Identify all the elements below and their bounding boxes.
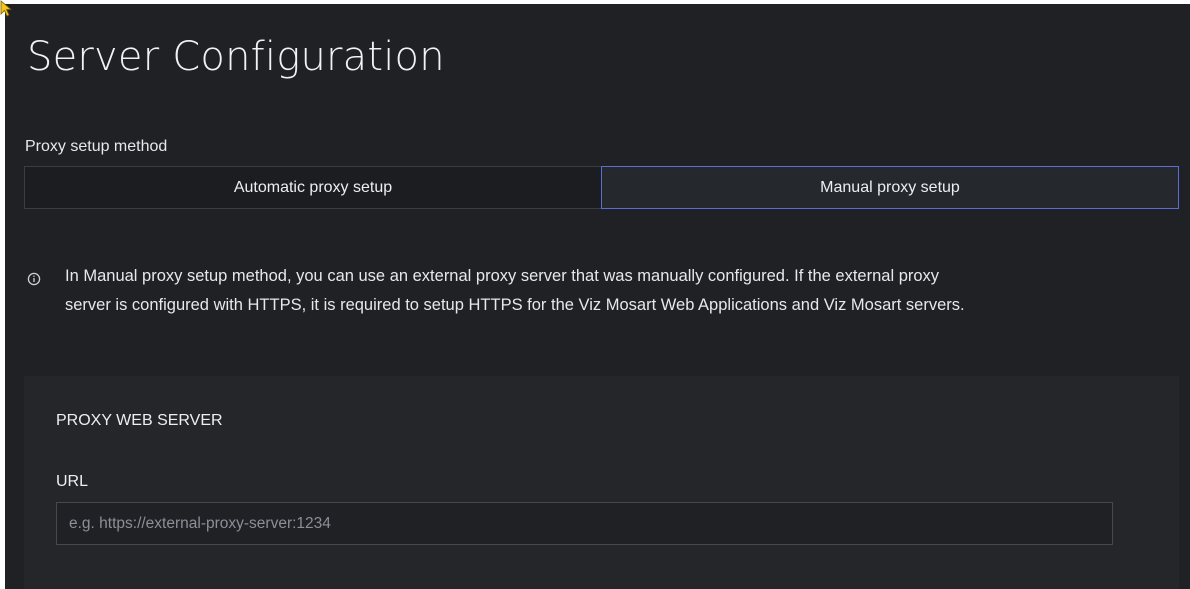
server-configuration-page: Server Configuration Proxy setup method … [5, 4, 1190, 589]
info-text-line-2: server is configured with HTTPS, it is r… [65, 296, 965, 314]
automatic-proxy-setup-button[interactable]: Automatic proxy setup [24, 166, 601, 209]
page-title: Server Configuration [27, 34, 445, 80]
manual-proxy-setup-label: Manual proxy setup [820, 178, 960, 196]
proxy-setup-method-label: Proxy setup method [25, 138, 168, 155]
info-message: In Manual proxy setup method, you can us… [27, 262, 1167, 320]
info-text: In Manual proxy setup method, you can us… [65, 262, 965, 320]
info-circle-icon [27, 272, 41, 286]
automatic-proxy-setup-label: Automatic proxy setup [233, 178, 393, 196]
url-input[interactable] [56, 502, 1113, 545]
url-label: URL [56, 473, 89, 490]
mouse-cursor-icon [0, 0, 13, 17]
info-text-line-1: In Manual proxy setup method, you can us… [65, 267, 940, 285]
proxy-web-server-title: PROXY WEB SERVER [56, 412, 223, 429]
proxy-web-server-panel: PROXY WEB SERVER URL [24, 376, 1179, 589]
manual-proxy-setup-button[interactable]: Manual proxy setup [601, 166, 1179, 209]
proxy-setup-method-toggle: Automatic proxy setup Manual proxy setup [24, 166, 1179, 209]
